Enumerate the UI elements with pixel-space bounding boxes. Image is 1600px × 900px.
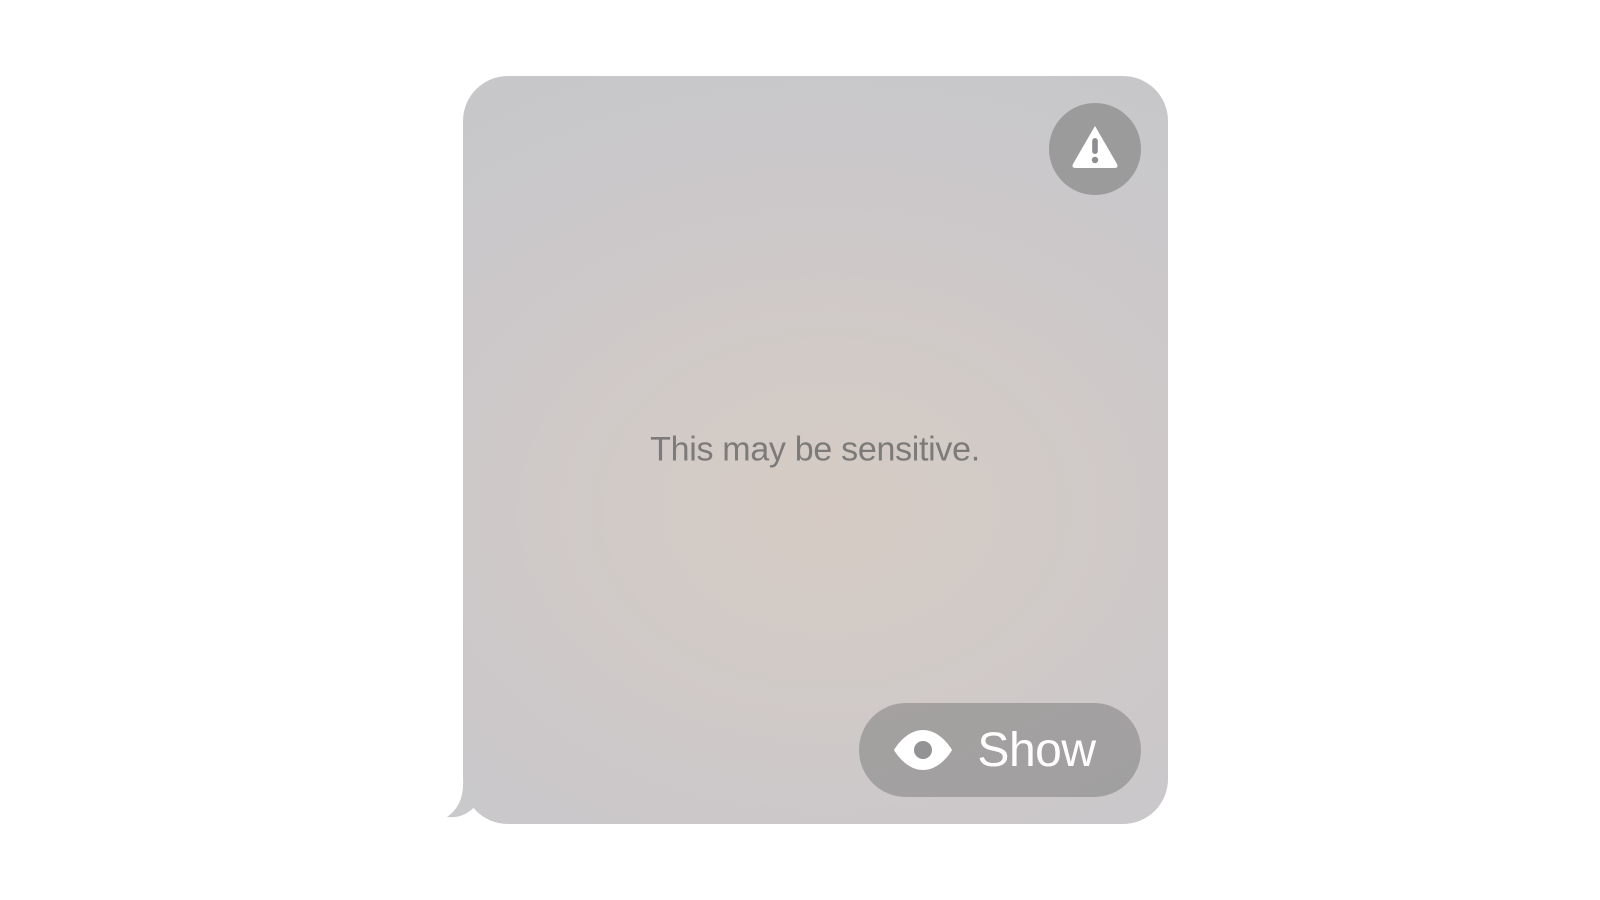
show-button-label: Show [977, 723, 1095, 778]
sensitive-content-message: This may be sensitive. [650, 431, 980, 470]
bubble-tail [445, 784, 485, 819]
message-bubble: This may be sensitive. Show [463, 76, 1168, 824]
eye-icon [891, 718, 955, 782]
warning-triangle-icon [1070, 124, 1120, 175]
warning-badge[interactable] [1049, 103, 1141, 195]
sensitive-content-bubble: This may be sensitive. Show [463, 76, 1168, 824]
show-button[interactable]: Show [859, 703, 1140, 797]
